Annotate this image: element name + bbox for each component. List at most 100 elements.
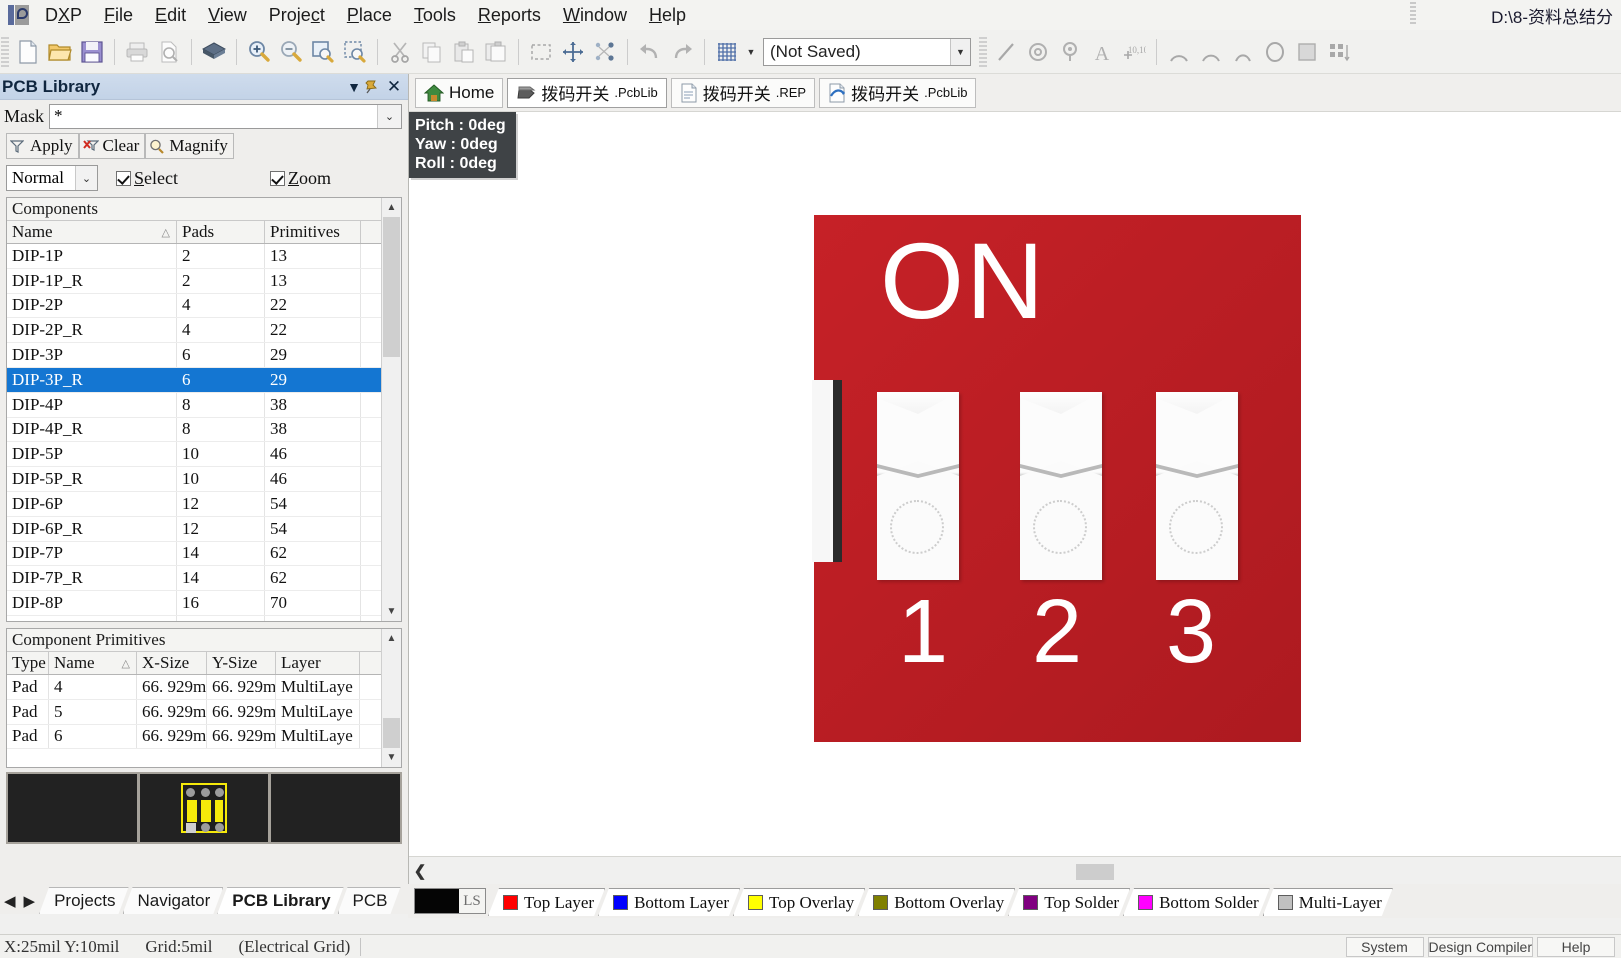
table-row[interactable]: DIP-8P_R1670 [7,615,401,621]
column-header-pads[interactable]: Pads [177,221,265,243]
column-header-ysize[interactable]: Y-Size [207,652,276,674]
table-row[interactable]: DIP-2P 4 22 [7,293,401,319]
scrollbar-track[interactable] [382,648,401,748]
document-combo[interactable]: (Not Saved) ▼ [763,37,971,66]
save-icon[interactable] [76,36,108,68]
layer-tab-multi-layer[interactable]: Multi-Layer [1263,888,1393,916]
chevron-down-icon[interactable]: ⌄ [75,166,97,190]
table-row[interactable]: DIP-8P 16 70 [7,591,401,616]
column-header-type[interactable]: Type [7,652,49,674]
pin-icon[interactable] [364,79,384,94]
table-row[interactable]: DIP-6P 12 54 [7,491,401,517]
table-row[interactable]: DIP-3P 6 29 [7,343,401,368]
sidebar-tab-navigator[interactable]: Navigator [123,887,224,914]
chevron-down-icon[interactable]: ⌄ [377,104,401,128]
table-row[interactable]: DIP-6P_R 12 54 [7,516,401,542]
scroll-up-icon[interactable]: ▲ [382,198,401,217]
layer-tab-bottom-overlay[interactable]: Bottom Overlay [858,888,1015,916]
scrollbar-thumb[interactable] [383,217,400,357]
chevron-down-icon[interactable]: ▼ [743,37,759,67]
chevron-down-icon[interactable]: ▼ [950,38,970,65]
table-row[interactable]: Pad 5 66. 929mi 66. 929mi MultiLaye [7,699,401,725]
sidebar-tab-projects[interactable]: Projects [39,887,128,914]
scrollbar-thumb[interactable] [383,718,400,748]
components-scrollbar[interactable]: ▲ ▼ [381,198,401,621]
column-header-pname[interactable]: Name △ [49,652,137,674]
apply-button[interactable]: Apply [6,133,79,159]
table-row[interactable]: DIP-7P_R 14 62 [7,566,401,592]
layer-tab-top-layer[interactable]: Top Layer [488,888,605,916]
pcb-3d-canvas[interactable]: Pitch : 0deg Yaw : 0deg Roll : 0deg ON 1… [409,112,1621,856]
status-cell-system[interactable]: System [1345,936,1424,957]
menu-dxp[interactable]: DXP [34,2,93,28]
dip-switch-lever-2[interactable] [1020,392,1102,580]
table-row[interactable]: DIP-7P 14 62 [7,541,401,567]
column-header-xsize[interactable]: X-Size [137,652,207,674]
menu-help[interactable]: Help [638,2,697,28]
canvas-horizontal-scrollbar[interactable]: ❮ [409,856,1621,884]
hscroll-thumb[interactable] [1076,863,1114,880]
zoom-checkbox[interactable]: Zoom [270,168,331,189]
layer-tab-top-overlay[interactable]: Top Overlay [733,888,865,916]
table-row[interactable]: DIP-5P_R 10 46 [7,467,401,492]
arrow-left-icon[interactable]: ◀ [4,892,16,910]
close-icon[interactable]: ✕ [384,77,404,97]
table-row[interactable]: DIP-3P_R 6 29 [7,367,401,393]
sidebar-tab-pcb-library[interactable]: PCB Library [217,887,343,914]
layer-tab-bottom-solder[interactable]: Bottom Solder [1123,888,1270,916]
scrollbar-track[interactable] [382,217,401,602]
table-row[interactable]: DIP-2P_R 4 22 [7,318,401,344]
board-3d-icon[interactable] [198,36,230,68]
chevron-left-icon[interactable]: ❮ [409,862,431,880]
move-icon[interactable] [557,36,589,68]
layer-tab-bottom-layer[interactable]: Bottom Layer [598,888,740,916]
open-folder-icon[interactable] [44,36,76,68]
menu-project[interactable]: Project [258,2,336,28]
doc-tab-browser[interactable]: 拨码开关 .PcbLib [819,77,977,108]
menu-file[interactable]: File [93,2,144,28]
table-row[interactable]: DIP-1P 2 13 [7,244,401,269]
table-row[interactable]: DIP-4P 8 38 [7,392,401,418]
toolbar-grip-handle[interactable] [1,36,9,67]
menu-tools[interactable]: Tools [403,2,467,28]
menu-window[interactable]: Window [552,2,638,28]
table-row[interactable]: Pad 6 66. 929mi 66. 929mi MultiLaye [7,724,401,750]
scroll-down-icon[interactable]: ▼ [382,748,401,767]
toolbar-grip-handle-2[interactable] [979,36,987,67]
zoom-out-icon[interactable] [275,36,307,68]
dip-switch-lever-1[interactable] [877,392,959,580]
doc-tab-home[interactable]: Home [415,77,504,108]
status-cell-help[interactable]: Help [1537,936,1615,957]
table-row[interactable]: DIP-1P_R 2 13 [7,268,401,294]
hscroll-track[interactable] [431,862,1621,880]
doc-tab-report[interactable]: 拨码开关 .REP [670,77,816,108]
table-row[interactable]: DIP-4P_R 8 38 [7,417,401,443]
zoom-area-icon[interactable] [307,36,339,68]
scroll-up-icon[interactable]: ▲ [382,629,401,648]
arrow-right-icon[interactable]: ▶ [24,892,36,910]
preview-cell-center[interactable] [139,774,269,842]
select-mode-combo[interactable]: Normal ⌄ [6,165,98,191]
primitives-scrollbar[interactable]: ▲ ▼ [381,629,401,767]
column-header-layer[interactable]: Layer [276,652,360,674]
column-header-primitives[interactable]: Primitives [265,221,361,243]
menu-edit[interactable]: Edit [144,2,197,28]
magnify-button[interactable]: Magnify [145,133,234,159]
toolbar-grip[interactable] [1410,2,1416,26]
clear-button[interactable]: Clear [78,133,146,159]
dip-switch-lever-3[interactable] [1156,392,1238,580]
status-cell-design-compiler[interactable]: Design Compiler [1427,936,1533,957]
menu-reports[interactable]: Reports [467,2,552,28]
doc-tab-pcblib-active[interactable]: 拨码开关 .PcbLib [507,77,667,108]
dip-switch-3d-model[interactable]: ON 1 2 3 [812,215,1301,742]
column-header-name[interactable]: Name △ [7,221,177,243]
select-checkbox[interactable]: Select [116,168,178,189]
mask-input[interactable]: * ⌄ [49,103,402,129]
layer-tab-top-solder[interactable]: Top Solder [1008,888,1130,916]
scroll-down-icon[interactable]: ▼ [382,602,401,621]
table-row[interactable]: Pad 4 66. 929mi 66. 929mi MultiLaye [7,675,401,700]
zoom-in-icon[interactable] [243,36,275,68]
new-document-icon[interactable] [12,36,44,68]
zoom-selection-icon[interactable] [339,36,371,68]
menu-view[interactable]: View [197,2,258,28]
